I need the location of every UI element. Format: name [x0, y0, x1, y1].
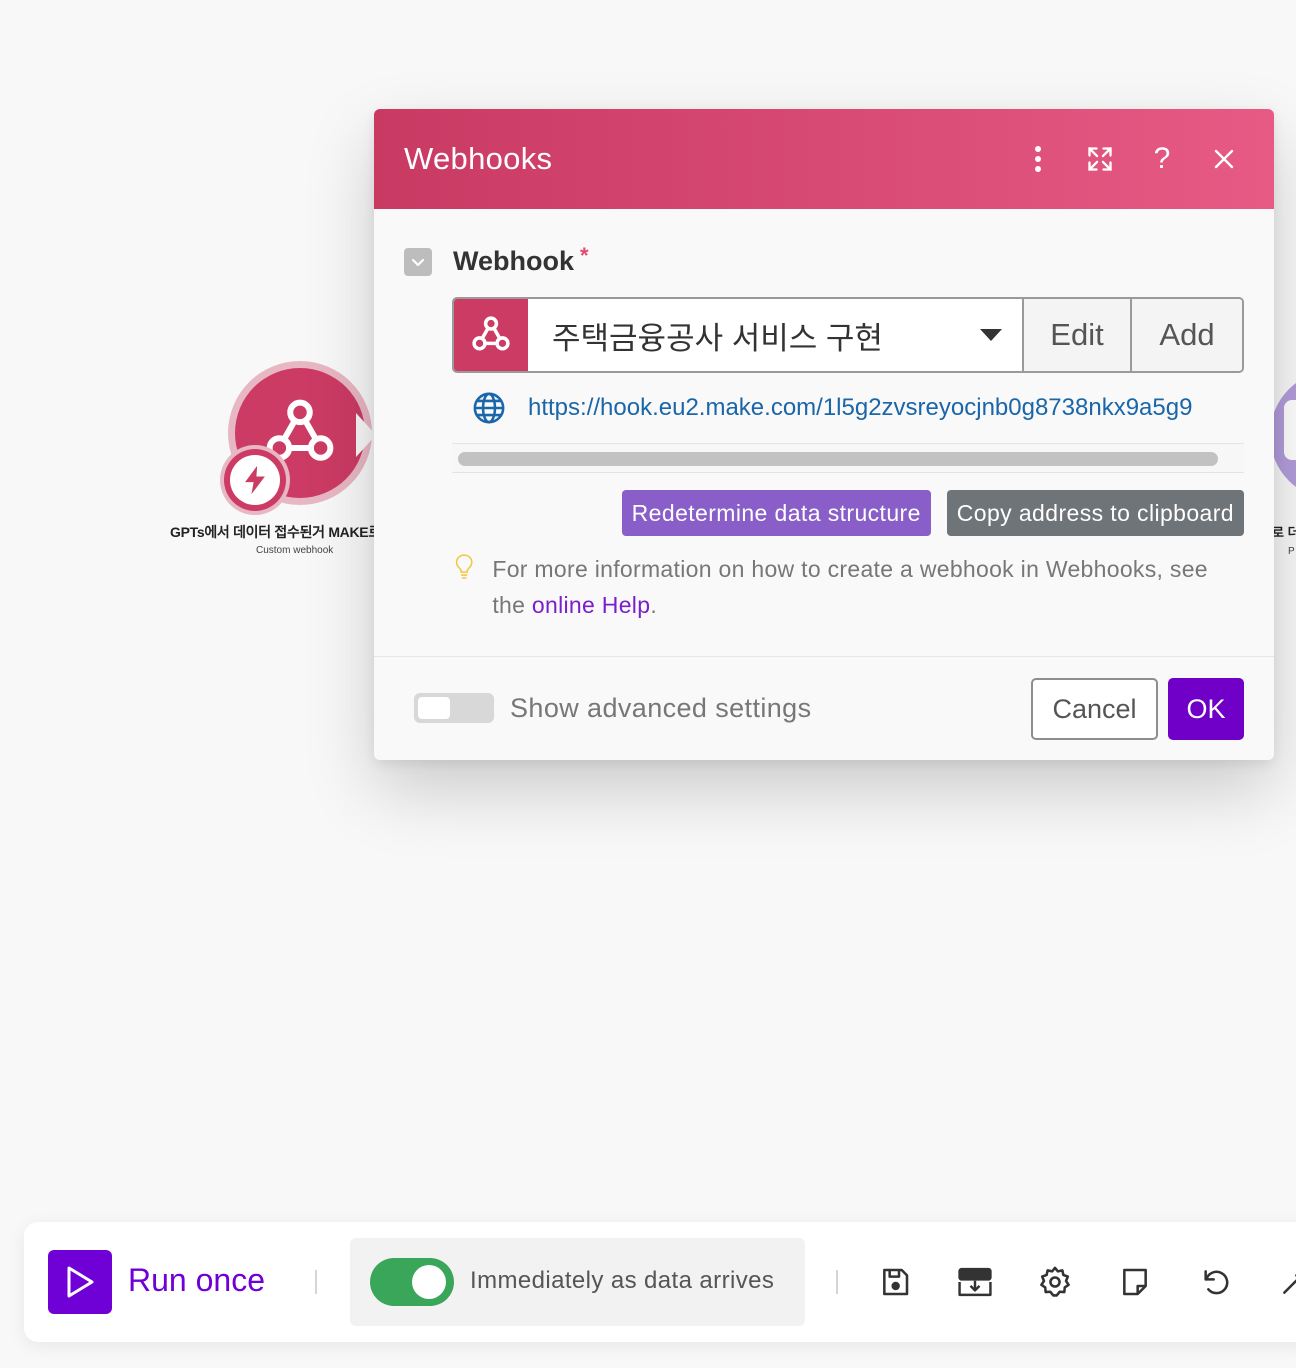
edit-button[interactable]: Edit — [1024, 299, 1132, 371]
advanced-settings-label: Show advanced settings — [510, 693, 812, 723]
save-icon[interactable] — [875, 1262, 915, 1302]
chevron-down-icon — [411, 258, 425, 266]
notes-icon[interactable] — [1115, 1262, 1155, 1302]
webhook-actions: Redetermine data structure Copy address … — [621, 490, 1244, 536]
webhook-select[interactable]: 주택금융공사 서비스 구현 — [528, 299, 1024, 371]
info-text: For more information on how to create a … — [492, 551, 1244, 623]
dialog-header: Webhooks ? — [374, 109, 1274, 209]
schedule-control: Immediately as data arrives — [350, 1238, 805, 1326]
info-block: For more information on how to create a … — [454, 551, 1244, 623]
dialog-title: Webhooks — [404, 141, 553, 176]
advanced-settings-toggle[interactable] — [414, 693, 494, 723]
webhook-icon — [472, 316, 510, 351]
copy-address-button[interactable]: Copy address to clipboard — [946, 490, 1244, 536]
close-icon[interactable] — [1204, 139, 1244, 179]
caret-down-icon — [980, 329, 1002, 341]
run-once-button[interactable] — [48, 1250, 112, 1314]
help-glyph: ? — [1153, 142, 1171, 175]
module-connector — [356, 413, 376, 457]
lightbulb-icon — [455, 554, 473, 579]
scrollbar-thumb[interactable] — [458, 452, 1218, 466]
webhook-url[interactable]: https://hook.eu2.make.com/1l5g2zvsreyocj… — [528, 394, 1192, 422]
cancel-button[interactable]: Cancel — [1031, 678, 1158, 740]
play-icon — [67, 1266, 94, 1298]
dialog-footer: Show advanced settings Cancel OK — [374, 656, 1274, 760]
ok-button[interactable]: OK — [1168, 678, 1244, 740]
field-label: Webhook — [453, 246, 574, 276]
collapse-toggle[interactable] — [404, 247, 432, 276]
required-indicator: * — [580, 242, 589, 268]
toggle-knob — [418, 697, 450, 719]
settings-icon[interactable] — [1035, 1262, 1075, 1302]
horizontal-scrollbar[interactable] — [452, 443, 1244, 473]
help-icon[interactable]: ? — [1142, 139, 1182, 179]
globe-icon — [473, 392, 505, 424]
add-button[interactable]: Add — [1132, 299, 1242, 371]
toolbar-divider — [836, 1270, 838, 1294]
online-help-link[interactable]: online Help — [532, 592, 650, 618]
webhook-field-header: Webhook * — [404, 242, 589, 277]
module-next-subtitle: P — [1288, 546, 1295, 557]
expand-icon[interactable] — [1080, 139, 1120, 179]
magic-wand-icon[interactable] — [1275, 1262, 1296, 1302]
selected-webhook: 주택금융공사 서비스 구현 — [552, 320, 883, 356]
redetermine-structure-button[interactable]: Redetermine data structure — [621, 490, 931, 536]
webhooks-dialog: Webhooks ? Webhook * 주택금융공사 서비스 구현 Edit … — [374, 109, 1274, 760]
trigger-badge — [220, 445, 290, 515]
schedule-label[interactable]: Immediately as data arrives — [470, 1267, 774, 1295]
module-next-title: 로 더 — [1272, 525, 1296, 540]
module-title: GPTs에서 데이터 접수된거 MAKE로 — [170, 524, 375, 540]
scenario-toolbar: Run once Immediately as data arrives — [24, 1222, 1296, 1342]
undo-icon[interactable] — [1195, 1262, 1235, 1302]
lightning-icon — [245, 465, 265, 495]
select-webhook-icon-box — [454, 299, 528, 371]
import-export-icon[interactable] — [955, 1262, 995, 1302]
webhook-select-row: 주택금융공사 서비스 구현 Edit Add — [452, 297, 1244, 373]
header-actions: ? — [1018, 139, 1244, 179]
module-subtitle: Custom webhook — [256, 545, 334, 556]
webhook-url-row: https://hook.eu2.make.com/1l5g2zvsreyocj… — [472, 391, 1192, 425]
info-text-end: . — [650, 592, 658, 618]
toggle-knob — [412, 1265, 446, 1299]
scheduling-toggle[interactable] — [370, 1258, 454, 1306]
run-once-label[interactable]: Run once — [128, 1262, 265, 1299]
toolbar-divider — [315, 1270, 317, 1294]
more-vertical-icon[interactable] — [1018, 139, 1058, 179]
